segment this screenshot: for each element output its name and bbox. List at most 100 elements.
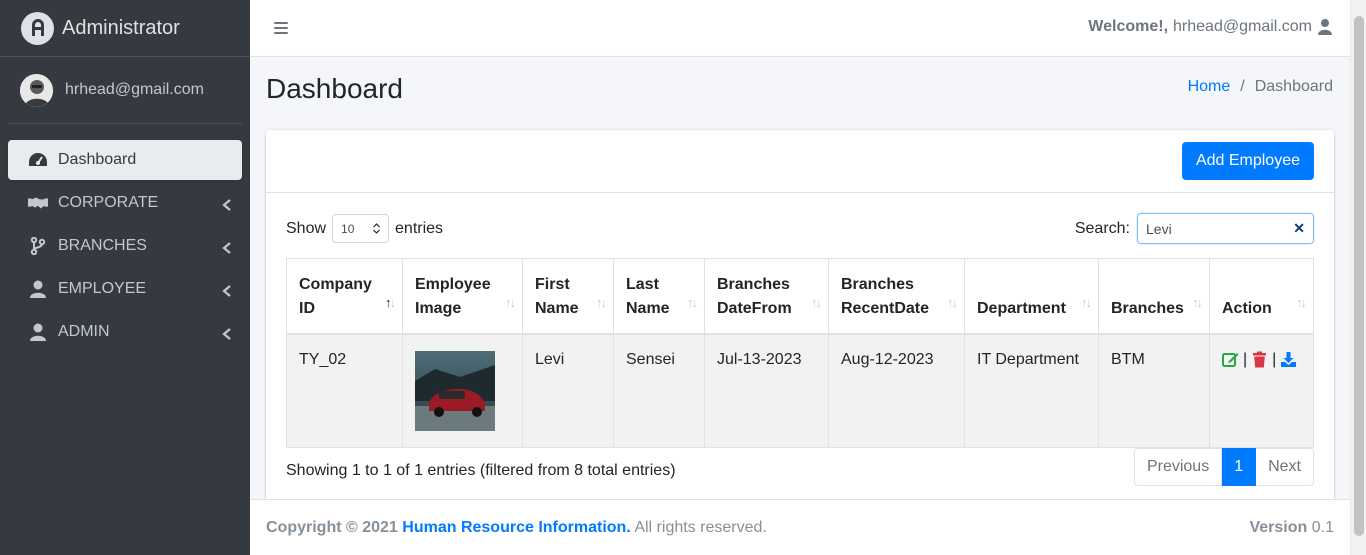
sort-icon: ↑↓ (596, 294, 607, 310)
sidebar-item-label: BRANCHES (58, 237, 147, 254)
welcome-email: hrhead@gmail.com (1173, 18, 1312, 35)
column-header-company-id[interactable]: Company ID ↑↓ (286, 258, 403, 335)
page-title: Dashboard (266, 73, 403, 104)
code-branch-icon (27, 237, 49, 255)
sidebar-item-employee[interactable]: EMPLOYEE (8, 269, 242, 309)
page-scrollbar[interactable] (1350, 0, 1366, 555)
entries-select-value: 10 (341, 221, 355, 236)
cell-employee-image (402, 333, 523, 448)
sidebar-item-label: Dashboard (58, 151, 137, 168)
user-icon (27, 280, 49, 298)
footer-copyright: Copyright © 2021 Human Resource Informat… (266, 519, 767, 537)
chevron-left-icon (222, 284, 232, 297)
column-header-department[interactable]: Department ↑↓ (964, 258, 1099, 335)
action-separator: | (1243, 350, 1248, 368)
copyright-text: Copyright © 2021 (266, 518, 398, 536)
brand-title: Administrator (62, 16, 180, 39)
cell-first-name: Levi (522, 333, 614, 448)
search-input-value: Levi (1146, 220, 1172, 237)
brand-link[interactable]: Administrator (0, 0, 250, 57)
footer-org-link[interactable]: Human Resource Information. (402, 519, 630, 536)
breadcrumb-current: Dashboard (1254, 78, 1333, 95)
sidebar-item-label: EMPLOYEE (58, 280, 147, 297)
sort-icon: ↑↓ (947, 294, 958, 310)
sidebar-item-corporate[interactable]: CORPORATE (8, 183, 242, 223)
column-header-branches[interactable]: Branches ↑↓ (1098, 258, 1210, 335)
column-header-first-name[interactable]: First Name ↑↓ (522, 258, 614, 335)
sidebar-nav: Dashboard CORPORATE BRANCHES EMPLOYEE AD… (0, 140, 250, 352)
footer-version: Version 0.1 (1249, 519, 1334, 537)
sort-icon: ↑↓ (385, 294, 396, 310)
download-icon[interactable] (1280, 351, 1297, 368)
table-info: Showing 1 to 1 of 1 entries (filtered fr… (286, 462, 676, 479)
chevron-left-icon (222, 198, 232, 211)
table-row: TY_02 Levi Sensei Jul-13-2023 Aug-12-202… (286, 333, 1314, 448)
top-navbar: Welcome!, hrhead@gmail.com (250, 0, 1350, 57)
pagination-previous[interactable]: Previous (1133, 448, 1223, 486)
version-label: Version (1249, 518, 1308, 536)
search-label: Search: (1074, 219, 1130, 237)
column-header-branches-recentdate[interactable]: Branches RecentDate ↑↓ (828, 258, 965, 335)
breadcrumb-home-link[interactable]: Home (1188, 78, 1231, 96)
pagination: Previous 1 Next (1133, 448, 1314, 486)
sidebar-item-branches[interactable]: BRANCHES (8, 226, 242, 266)
column-header-last-name[interactable]: Last Name ↑↓ (613, 258, 705, 335)
entries-length-control: Show 10 entries (286, 214, 443, 243)
sort-icon: ↑↓ (811, 294, 822, 310)
sort-icon: ↑↓ (687, 294, 698, 310)
tachometer-icon (27, 151, 49, 169)
rights-text: All rights reserved. (634, 518, 767, 536)
breadcrumb: Home / Dashboard (1188, 78, 1333, 96)
sidebar-item-label: CORPORATE (58, 194, 159, 211)
action-separator: | (1272, 350, 1277, 368)
user-icon (1318, 19, 1332, 35)
hamburger-menu-icon[interactable] (274, 21, 288, 35)
sidebar-item-label: ADMIN (58, 323, 110, 340)
sort-icon: ↑↓ (1192, 294, 1203, 310)
welcome-user-menu[interactable]: Welcome!, hrhead@gmail.com (1088, 18, 1332, 36)
brand-logo-icon (21, 11, 54, 45)
select-arrows-icon (373, 223, 380, 234)
column-header-employee-image[interactable]: Employee Image ↑↓ (402, 258, 523, 335)
employee-card: Add Employee Show 10 entries Search: Lev… (266, 130, 1334, 510)
cell-recent-date: Aug-12-2023 (828, 333, 965, 448)
sidebar-item-dashboard[interactable]: Dashboard (8, 140, 242, 180)
scrollbar-thumb[interactable] (1354, 16, 1364, 536)
chevron-left-icon (222, 241, 232, 254)
cell-last-name: Sensei (613, 333, 705, 448)
employee-table: Company ID ↑↓ Employee Image ↑↓ First Name ↑↓ … (286, 258, 1314, 448)
show-label: Show (286, 219, 327, 237)
cell-department: IT Department (964, 333, 1099, 448)
table-search: Search: Levi ✕ (1075, 213, 1314, 244)
entries-label: entries (395, 219, 444, 237)
edit-icon[interactable] (1222, 351, 1239, 368)
pagination-page-1[interactable]: 1 (1222, 448, 1257, 486)
breadcrumb-separator: / (1240, 78, 1245, 95)
column-header-branches-datefrom[interactable]: Branches DateFrom ↑↓ (704, 258, 829, 335)
sort-icon: ↑↓ (1081, 294, 1092, 310)
sidebar-item-admin[interactable]: ADMIN (8, 312, 242, 352)
footer: Copyright © 2021 Human Resource Informat… (250, 499, 1350, 555)
sort-icon: ↑↓ (505, 294, 516, 310)
search-input[interactable]: Levi ✕ (1137, 213, 1314, 244)
cell-company-id: TY_02 (286, 333, 403, 448)
cell-date-from: Jul-13-2023 (704, 333, 829, 448)
user-panel[interactable]: hrhead@gmail.com (8, 57, 242, 124)
add-employee-button[interactable]: Add Employee (1181, 142, 1314, 180)
employee-photo[interactable] (415, 350, 495, 431)
entries-select[interactable]: 10 (332, 214, 390, 243)
trash-icon[interactable] (1251, 351, 1268, 368)
user-email: hrhead@gmail.com (65, 81, 204, 98)
clear-search-icon[interactable]: ✕ (1293, 220, 1305, 237)
sort-icon: ↑↓ (1296, 294, 1307, 310)
avatar (20, 73, 53, 107)
pagination-next[interactable]: Next (1256, 448, 1314, 486)
card-header: Add Employee (266, 130, 1334, 193)
column-header-action[interactable]: Action ↑↓ (1209, 258, 1314, 335)
table-header-row: Company ID ↑↓ Employee Image ↑↓ First Name ↑↓ … (286, 258, 1314, 335)
version-number: 0.1 (1311, 518, 1334, 536)
user-icon (27, 323, 49, 341)
chevron-left-icon (222, 327, 232, 340)
welcome-label: Welcome!, (1088, 18, 1169, 35)
sidebar: Administrator hrhead@gmail.com Dashboard… (0, 0, 250, 555)
